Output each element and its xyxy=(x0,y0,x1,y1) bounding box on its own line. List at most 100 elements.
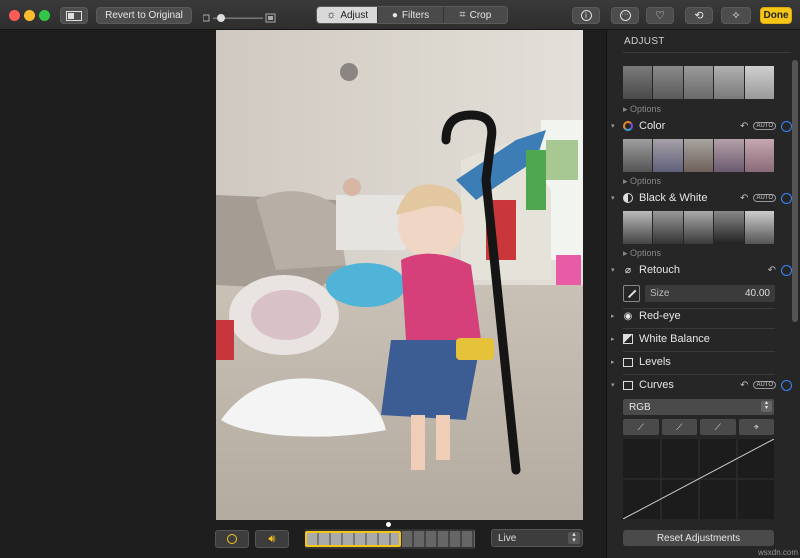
chevron-updown-icon: ▴ ▾ xyxy=(761,400,772,412)
photo-image xyxy=(216,30,583,520)
live-effect-select[interactable]: Live ▴ ▾ xyxy=(491,529,583,547)
crop-icon: ⌗ xyxy=(459,8,466,21)
white-balance-section-header[interactable]: ▸ White Balance xyxy=(611,330,797,348)
close-window-button[interactable] xyxy=(9,10,20,21)
tab-crop[interactable]: ⌗ Crop xyxy=(444,7,507,23)
retouch-section-header[interactable]: ▾ ⌀ Retouch ↶ xyxy=(611,261,797,279)
bw-section-header[interactable]: ▾ Black & White ↶ AUTO xyxy=(611,189,797,207)
undo-icon[interactable]: ↶ xyxy=(740,193,748,204)
retouch-section-label: Retouch xyxy=(639,264,680,276)
black-point-eyedropper[interactable]: ⟋ xyxy=(623,419,659,435)
undo-icon[interactable]: ↶ xyxy=(740,121,748,132)
gray-point-eyedropper[interactable]: ⟋ xyxy=(661,419,697,435)
rotate-button[interactable]: ⟲ xyxy=(685,7,713,24)
curves-section-label: Curves xyxy=(639,379,674,391)
eye-icon: ◉ xyxy=(623,310,633,322)
curves-graph[interactable] xyxy=(622,438,775,520)
white-point-eyedropper[interactable]: ⟋ xyxy=(700,419,736,435)
tab-adjust[interactable]: ☼ Adjust xyxy=(317,7,379,23)
live-photo-button[interactable] xyxy=(215,530,249,548)
done-button[interactable]: Done xyxy=(760,7,792,24)
live-effect-value: Live xyxy=(498,532,517,544)
minimize-window-button[interactable] xyxy=(24,10,35,21)
key-frame-marker xyxy=(386,522,391,527)
favorite-button[interactable]: ♡ xyxy=(646,7,674,24)
tab-crop-label: Crop xyxy=(469,9,492,21)
auto-button[interactable]: AUTO xyxy=(753,194,776,202)
curves-icon xyxy=(621,380,635,391)
enhance-button[interactable]: ✧ xyxy=(721,7,751,24)
undo-icon[interactable]: ↶ xyxy=(768,265,776,276)
redeye-section-label: Red-eye xyxy=(639,310,681,322)
chevron-down-icon: ▾ xyxy=(611,267,615,274)
adjust-panel: ADJUST ▸ Options ▾ Color ↶ AUTO ▸ Option… xyxy=(606,30,800,558)
enable-toggle[interactable] xyxy=(781,264,792,276)
key-photo-filmstrip[interactable] xyxy=(305,529,475,549)
auto-button[interactable]: AUTO xyxy=(753,381,776,389)
auto-button[interactable]: AUTO xyxy=(753,122,776,130)
divider xyxy=(623,374,775,375)
color-section-header[interactable]: ▾ Color ↶ AUTO xyxy=(611,117,797,135)
eyedropper-icon: ⟋ xyxy=(637,421,644,432)
color-section-label: Color xyxy=(639,120,666,132)
ellipsis-icon: ··· xyxy=(619,10,631,21)
speaker-icon: 🔊︎ xyxy=(268,532,276,545)
redeye-section-header[interactable]: ▸ ◉ Red-eye xyxy=(611,307,797,325)
chevron-right-icon: ▸ xyxy=(611,359,615,366)
brush-icon xyxy=(627,289,636,298)
half-circle-icon xyxy=(621,193,635,204)
levels-section-header[interactable]: ▸ Levels xyxy=(611,353,797,371)
enable-toggle[interactable] xyxy=(781,379,792,391)
zoom-slider[interactable] xyxy=(202,10,276,23)
curves-channel-select[interactable]: RGB ▴ ▾ xyxy=(623,399,774,415)
chevron-down-icon: ▾ xyxy=(611,382,615,389)
watermark: wsxdn.com xyxy=(757,548,798,557)
zoom-slider-knob xyxy=(217,14,225,22)
color-wheel-icon xyxy=(621,121,635,132)
revert-to-original-button[interactable]: Revert to Original xyxy=(96,7,192,24)
crosshair-icon: ⌖ xyxy=(753,421,759,432)
bw-options-label: Options xyxy=(630,248,662,258)
curves-section-header[interactable]: ▾ Curves ↶ AUTO xyxy=(611,376,797,394)
white-balance-icon xyxy=(621,334,635,345)
split-view-button[interactable] xyxy=(60,7,88,24)
divider xyxy=(623,52,791,53)
chevron-down-icon: ▾ xyxy=(611,195,615,202)
size-value: 40.00 xyxy=(744,288,770,299)
heart-icon: ♡ xyxy=(655,10,665,22)
chevron-updown-icon: ▴ ▾ xyxy=(568,531,580,544)
zoom-window-button[interactable] xyxy=(39,10,50,21)
split-view-icon xyxy=(66,10,82,21)
chevron-right-icon: ▸ xyxy=(611,313,615,320)
color-options-toggle[interactable]: ▸ Options xyxy=(623,176,661,187)
info-button[interactable]: i xyxy=(572,7,600,24)
mute-button[interactable]: 🔊︎ xyxy=(255,530,289,548)
live-photo-icon xyxy=(227,534,237,544)
size-slider[interactable]: Size 40.00 xyxy=(645,285,775,302)
bw-options-toggle[interactable]: ▸ Options xyxy=(623,248,661,259)
info-icon: i xyxy=(580,10,592,21)
color-thumbnails[interactable] xyxy=(623,139,775,172)
light-options-toggle[interactable]: ▸ Options xyxy=(623,104,661,115)
photo-canvas[interactable] xyxy=(216,30,583,520)
filmstrip-selection[interactable] xyxy=(305,531,401,547)
add-point-button[interactable]: ⌖ xyxy=(738,419,774,435)
light-options-label: Options xyxy=(630,104,662,114)
brush-tool-button[interactable] xyxy=(623,285,640,302)
reset-adjustments-button[interactable]: Reset Adjustments xyxy=(623,530,774,546)
enable-toggle[interactable] xyxy=(781,120,792,132)
magic-wand-icon: ✧ xyxy=(731,10,741,22)
curves-channel-value: RGB xyxy=(629,401,651,413)
tab-filters[interactable]: ● Filters xyxy=(378,7,444,23)
enable-toggle[interactable] xyxy=(781,192,792,204)
tab-filters-label: Filters xyxy=(401,9,430,21)
eyedropper-icon: ⟋ xyxy=(676,421,683,432)
size-label: Size xyxy=(650,288,670,299)
bw-thumbnails[interactable] xyxy=(623,211,775,244)
photo-bottom-bar: 🔊︎ Live ▴ ▾ xyxy=(205,522,605,553)
more-button[interactable]: ··· xyxy=(611,7,639,24)
panel-scrollbar[interactable] xyxy=(792,60,798,322)
light-thumbnails[interactable] xyxy=(623,66,775,99)
undo-icon[interactable]: ↶ xyxy=(740,380,748,391)
white-balance-section-label: White Balance xyxy=(639,333,710,345)
